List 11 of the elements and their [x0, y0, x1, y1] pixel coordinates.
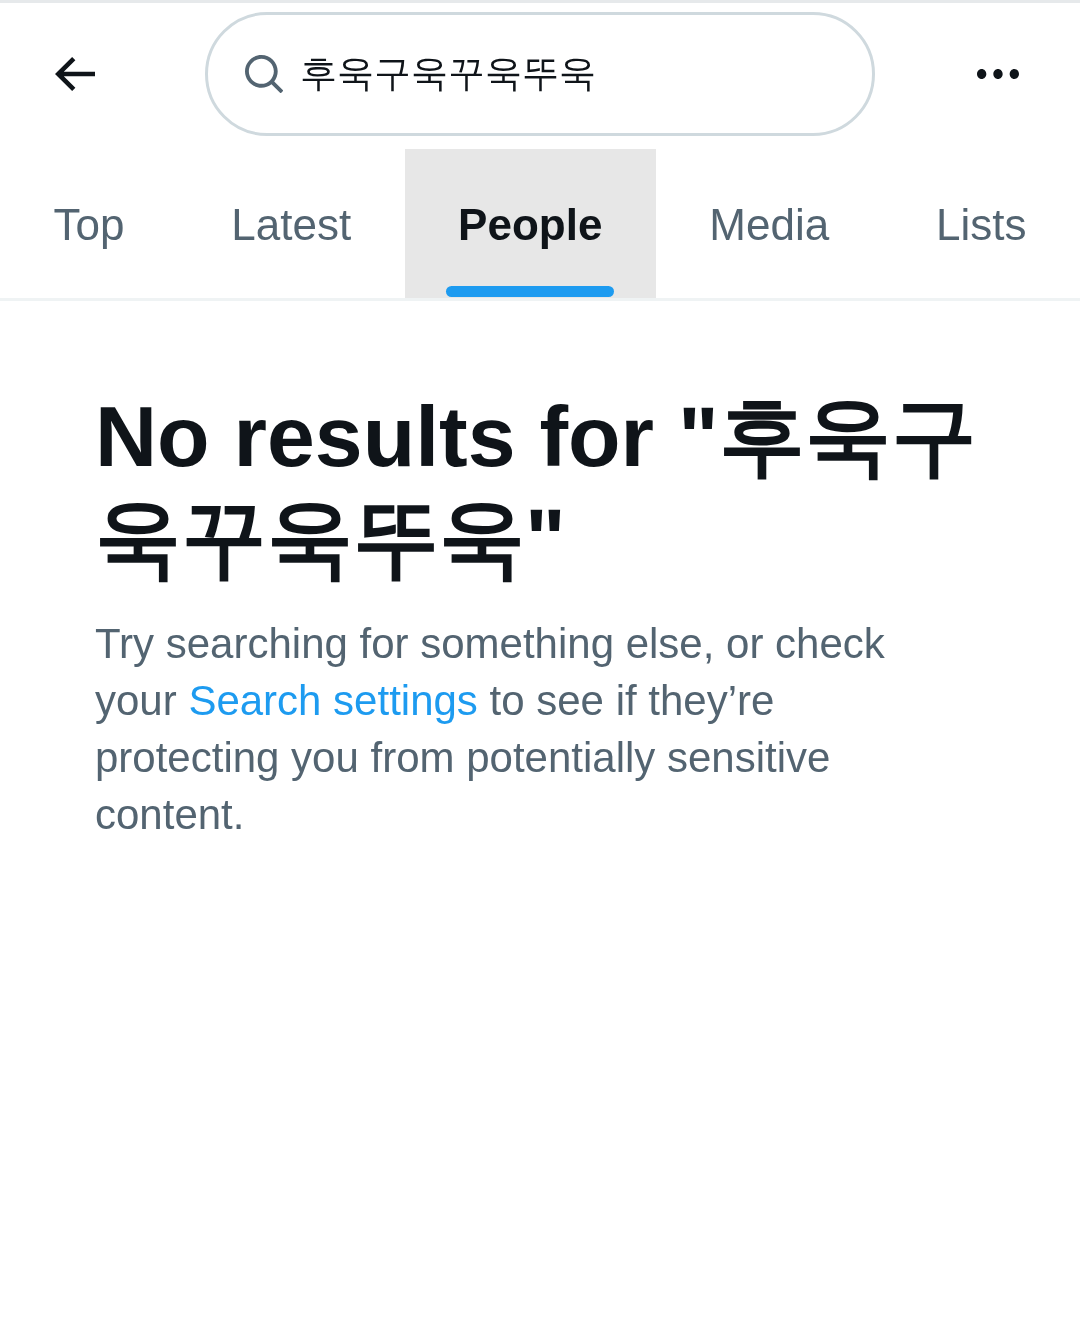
tab[interactable]: Media — [655, 149, 883, 298]
more-options-icon[interactable] — [977, 69, 1019, 79]
no-results-heading: No results for "후욱구욱꾸욱뚜욱" — [95, 387, 978, 588]
tab[interactable]: People — [404, 149, 656, 298]
tab[interactable]: Top — [0, 149, 178, 298]
tab[interactable]: Latest — [177, 149, 405, 298]
back-arrow-icon[interactable] — [55, 57, 95, 91]
no-results-message: Try searching for something else, or check your Search settings to see if they’re protecting you from potentially sensitive content. — [95, 619, 886, 840]
search-icon — [245, 55, 283, 93]
search-field[interactable]: 후욱구욱꾸욱뚜욱 — [205, 12, 875, 136]
tab[interactable]: Lists — [882, 149, 1080, 298]
